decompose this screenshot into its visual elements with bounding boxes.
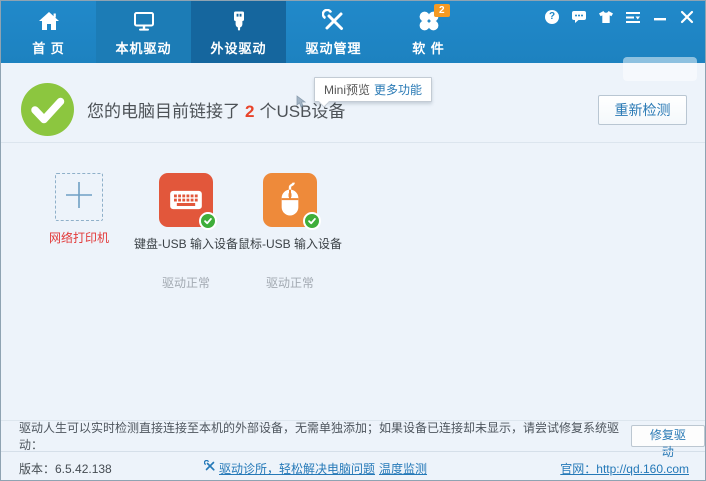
menu-icon[interactable]: [625, 9, 641, 25]
keyboard-icon[interactable]: [159, 173, 213, 227]
minimize-icon[interactable]: [652, 9, 668, 25]
footer: 版本：6.5.42.138 驱动诊所，轻松解决电脑问题 温度监测 官网：http…: [1, 451, 705, 481]
mini-preview-handle[interactable]: [623, 57, 697, 81]
device-status: 驱动正常: [162, 274, 210, 291]
status-section: 您的电脑目前链接了2个USB设备 重新检测 Mini预览更多功能: [1, 63, 705, 142]
software-update-badge: 2: [434, 4, 450, 17]
mouse-device-tile[interactable]: 鼠标-USB 输入设备 驱动正常: [239, 173, 341, 291]
tab-home[interactable]: 首 页: [1, 1, 96, 63]
add-network-printer-tile[interactable]: 网络打印机: [47, 173, 111, 246]
mini-preview-tooltip: Mini预览更多功能: [314, 77, 432, 102]
device-label: 鼠标-USB 输入设备: [238, 235, 342, 252]
usb-icon: [227, 7, 251, 35]
cursor-icon: [296, 95, 309, 113]
hint-row: 驱动人生可以实时检测直接连接至本机的外部设备，无需单独添加；如果设备已连接却未显…: [1, 420, 705, 451]
skin-icon[interactable]: [598, 9, 614, 25]
device-status: 驱动正常: [266, 274, 314, 291]
device-list: 网络打印机 键盘-USB 输入设备 驱动正常 鼠标-USB 输入设备 驱动正常: [47, 173, 341, 291]
driver-clinic-link[interactable]: 驱动诊所，轻松解决电脑问题: [219, 460, 375, 477]
tab-label: 首 页: [32, 38, 65, 57]
hint-text: 驱动人生可以实时检测直接连接至本机的外部设备，无需单独添加；如果设备已连接却未显…: [19, 419, 621, 453]
add-device-box[interactable]: [55, 173, 103, 221]
driver-app-window: 首 页 本机驱动 外设驱动 驱动管理 软 件 2: [0, 0, 706, 481]
home-icon: [37, 7, 61, 35]
tab-peripheral-drivers[interactable]: 外设驱动: [191, 1, 286, 63]
device-count: 2: [245, 102, 254, 121]
tab-local-drivers[interactable]: 本机驱动: [96, 1, 191, 63]
tab-driver-management[interactable]: 驱动管理: [286, 1, 381, 63]
feedback-icon[interactable]: [571, 9, 587, 25]
rescan-button[interactable]: 重新检测: [598, 95, 687, 125]
success-check-icon: [21, 83, 74, 141]
close-icon[interactable]: [679, 9, 695, 25]
tab-label: 驱动管理: [305, 38, 361, 57]
repair-driver-button[interactable]: 修复驱动: [631, 425, 705, 447]
driver-clinic: 驱动诊所，轻松解决电脑问题: [204, 459, 375, 477]
device-label: 键盘-USB 输入设备: [134, 235, 238, 252]
plus-icon: [64, 180, 94, 215]
window-controls: ?: [544, 9, 695, 25]
wrench-icon: [204, 459, 216, 477]
keyboard-device-tile[interactable]: 键盘-USB 输入设备 驱动正常: [135, 173, 237, 291]
driver-ok-badge-icon: [199, 212, 217, 230]
tooltip-text: Mini预览: [324, 83, 370, 97]
official-site-link[interactable]: 官网：http://qd.160.com: [560, 460, 689, 477]
mouse-icon[interactable]: [263, 173, 317, 227]
tab-software[interactable]: 软 件 2: [381, 1, 476, 63]
temperature-monitor-link[interactable]: 温度监测: [379, 460, 427, 477]
tools-icon: [322, 7, 346, 35]
device-label: 网络打印机: [49, 229, 109, 246]
tab-label: 本机驱动: [115, 38, 171, 57]
help-icon[interactable]: ?: [544, 9, 560, 25]
tab-label: 软 件: [412, 38, 445, 57]
monitor-icon: [132, 7, 156, 35]
section-divider: [1, 142, 705, 143]
version-text: 版本：6.5.42.138: [19, 460, 112, 477]
tab-label: 外设驱动: [210, 38, 266, 57]
more-features-link[interactable]: 更多功能: [374, 83, 422, 97]
driver-ok-badge-icon: [303, 212, 321, 230]
